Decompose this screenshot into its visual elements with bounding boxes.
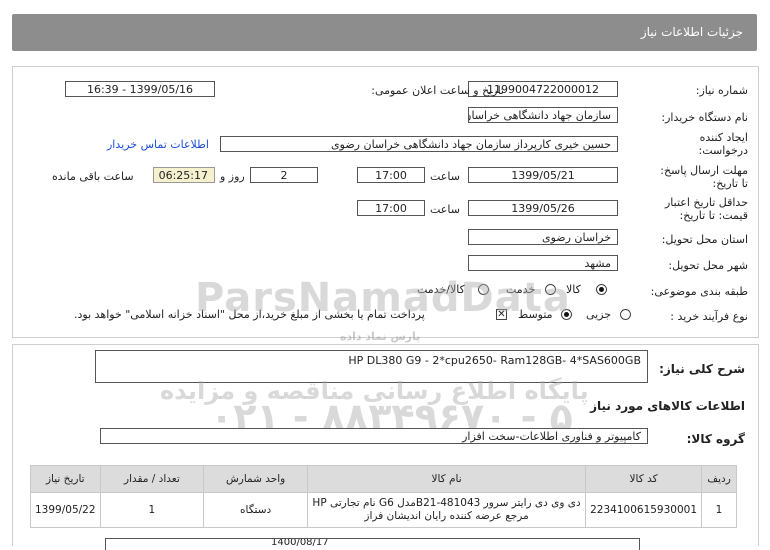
- process-label: نوع فرآیند خرید :: [670, 310, 748, 323]
- remaining-label: ساعت باقی مانده: [52, 170, 134, 183]
- validity-date-field: 1399/05/26: [468, 200, 618, 216]
- summary-label: شرح کلی نیاز:: [659, 362, 745, 376]
- col-index: ردیف: [701, 465, 737, 493]
- buyer-org-field: سازمان جهاد دانشگاهی خراسان رضوی: [468, 107, 618, 123]
- col-unit: واحد شمارش: [203, 465, 308, 493]
- cell-name-line2: مرجع عرضه کننده رایان اندیشان فراز: [364, 510, 529, 522]
- validity-time-field: 17:00: [357, 200, 425, 216]
- validity-time-label: ساعت: [430, 203, 460, 216]
- city-label: شهر محل تحویل:: [668, 259, 748, 272]
- cell-qty: 1: [99, 492, 205, 528]
- table-row[interactable]: 1 2234100615930001 دی وی دی رایتر سرور B…: [30, 492, 737, 528]
- announce-label: تاریخ و ساعت اعلان عمومی:: [371, 84, 504, 97]
- need-number-label: شماره نیاز:: [695, 84, 748, 97]
- reply-deadline-label-2: تا تاریخ:: [712, 177, 748, 190]
- bottom-partial-box: 1400/08/17: [105, 538, 640, 550]
- reply-deadline-label-1: مهلت ارسال پاسخ:: [660, 164, 748, 177]
- goods-table: ردیف کد کالا نام کالا واحد شمارش تعداد /…: [30, 465, 737, 528]
- page-title: جزئیات اطلاعات نیاز: [640, 25, 743, 39]
- province-field: خراسان رضوی: [468, 229, 618, 245]
- col-date: تاریخ نیاز: [30, 465, 101, 493]
- buyer-org-label: نام دستگاه خریدار:: [661, 111, 748, 124]
- cell-name-line1: دی وی دی رایتر سرور B21-481043مدل G6 نام…: [312, 497, 581, 509]
- cell-name: دی وی دی رایتر سرور B21-481043مدل G6 نام…: [306, 492, 587, 528]
- bottom-partial-date: 1400/08/17: [271, 538, 329, 548]
- buyer-contact-link[interactable]: اطلاعات تماس خریدار: [107, 138, 209, 151]
- col-qty: تعداد / مقدار: [99, 465, 205, 493]
- creator-label-2: درخواست:: [698, 144, 748, 157]
- announce-field: 1399/05/16 - 16:39: [65, 81, 215, 97]
- goods-group-label: گروه کالا:: [686, 432, 745, 446]
- category-radio-goods[interactable]: [596, 284, 607, 295]
- goods-section-title: اطلاعات کالاهای مورد نیاز: [590, 399, 745, 413]
- cell-code: 2234100615930001: [585, 492, 703, 528]
- goods-group-field: کامپیوتر و فناوری اطلاعات-سخت افزار: [100, 428, 648, 444]
- reply-time-label: ساعت: [430, 170, 460, 183]
- days-remaining-field: 2: [250, 167, 318, 183]
- process-radio-minor[interactable]: [620, 309, 631, 320]
- city-field: مشهد: [468, 255, 618, 271]
- remaining-time-field: 06:25:17: [153, 167, 215, 183]
- creator-label-1: ایجاد کننده: [699, 131, 748, 144]
- validity-label-2: قیمت: تا تاریخ:: [679, 209, 748, 222]
- summary-text: HP DL380 G9 - 2*cpu2650- Ram128GB- 4*SAS…: [348, 354, 641, 367]
- cell-index: 1: [701, 492, 737, 528]
- watermark-small: پارس نماد داده: [340, 330, 421, 343]
- province-label: استان محل تحویل:: [661, 233, 748, 246]
- days-label: روز و: [220, 170, 245, 183]
- table-header-row: ردیف کد کالا نام کالا واحد شمارش تعداد /…: [30, 465, 737, 493]
- category-label: طبقه بندی موضوعی:: [650, 285, 748, 298]
- process-option-minor: جزیی: [586, 308, 612, 321]
- reply-date-field: 1399/05/21: [468, 167, 618, 183]
- creator-field: حسین خیری کارپرداز سازمان جهاد دانشگاهی …: [220, 136, 618, 152]
- reply-time-field: 17:00: [357, 167, 425, 183]
- page-header: جزئیات اطلاعات نیاز: [12, 14, 757, 51]
- validity-label-1: حداقل تاریخ اعتبار: [664, 196, 748, 209]
- cell-date: 1399/05/22: [30, 492, 101, 528]
- cell-unit: دستگاه: [203, 492, 308, 528]
- watermark-brand: ParsNamadData: [195, 275, 571, 321]
- col-name: نام کالا: [306, 465, 587, 493]
- col-code: کد کالا: [585, 465, 703, 493]
